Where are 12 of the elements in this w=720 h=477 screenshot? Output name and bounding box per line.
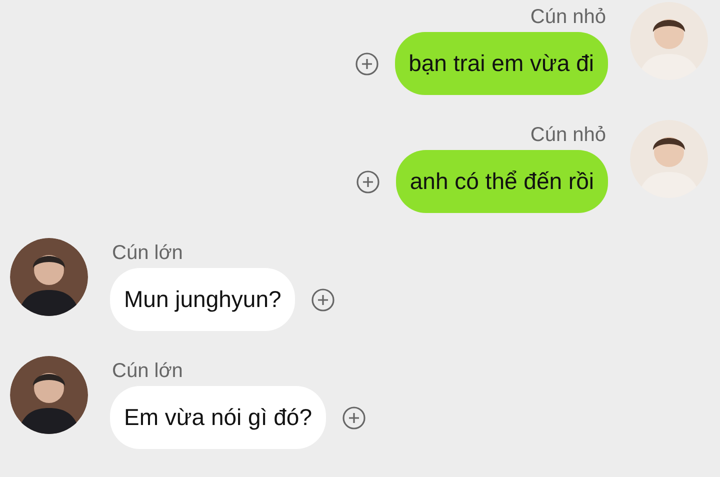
sender-name: Cún nhỏ — [529, 124, 607, 146]
message-bubble: bạn trai em vừa đi — [394, 32, 608, 95]
add-icon[interactable] — [354, 52, 379, 76]
add-icon[interactable] — [311, 288, 336, 312]
message-bubble: Em vừa nói gì đó? — [110, 386, 326, 449]
add-icon[interactable] — [356, 170, 380, 194]
message-bubble: anh có thể đến rồi — [396, 150, 608, 213]
add-icon[interactable] — [342, 406, 366, 430]
sender-name: Cún lớn — [111, 360, 184, 382]
message-bubble: Mun junghyun? — [110, 268, 296, 331]
sender-name: Cún lớn — [111, 242, 184, 264]
sender-name: Cún nhỏ — [529, 6, 607, 28]
